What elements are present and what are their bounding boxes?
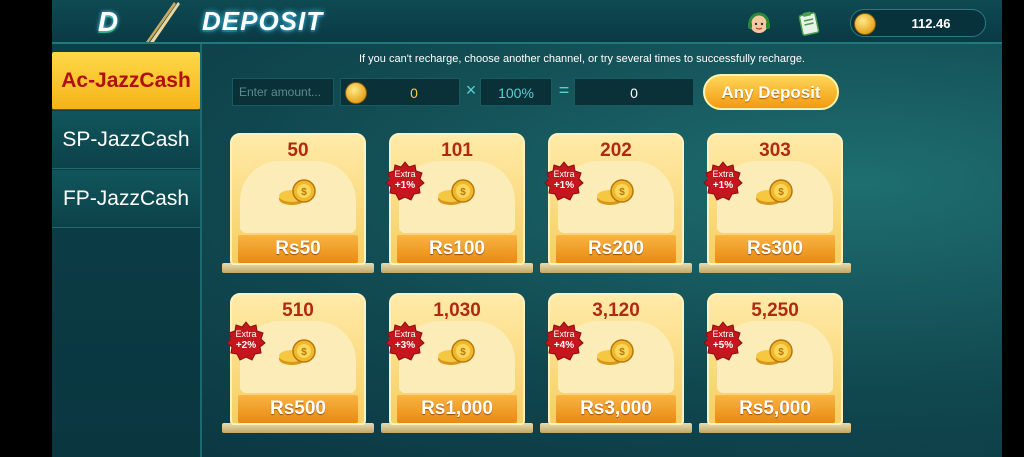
coin-pile-icon: $ xyxy=(438,339,475,365)
card-coins-value: 202 xyxy=(600,140,632,161)
extra-bonus-badge: Extra +4% xyxy=(544,321,584,361)
multiply-sign: × xyxy=(465,80,477,100)
extra-bonus-badge: Extra +1% xyxy=(544,161,584,201)
card-coins-value: 5,250 xyxy=(751,300,799,321)
deposit-option-card[interactable]: 303 $ Rs300 Extra +1% xyxy=(699,133,851,273)
extra-badge-percent: +3% xyxy=(394,340,416,351)
sidebar-item-fp-jazzcash[interactable]: FP-JazzCash xyxy=(52,170,200,228)
coin-pile-icon: $ xyxy=(756,339,793,365)
svg-text:$: $ xyxy=(778,347,784,358)
back-logo-button[interactable]: D xyxy=(82,6,134,38)
coin-pile-icon: $ xyxy=(756,179,793,205)
extra-badge-percent: +5% xyxy=(712,340,734,351)
sidebar-item-ac-jazzcash[interactable]: Ac-JazzCash xyxy=(52,52,200,110)
extra-bonus-badge: Extra +1% xyxy=(385,161,425,201)
deposit-option-card[interactable]: 101 $ Rs100 Extra +1% xyxy=(381,133,533,273)
card-price: Rs3,000 xyxy=(556,395,676,423)
extra-badge-percent: +4% xyxy=(553,340,575,351)
header-bar: D DEPOSIT 112.46 xyxy=(52,0,1002,44)
deposit-option-card[interactable]: 5,250 $ Rs5,000 Extra +5% xyxy=(699,293,851,433)
card-coins-value: 303 xyxy=(759,140,791,161)
extra-badge-label: Extra xyxy=(553,329,575,339)
deposit-screen: D DEPOSIT 112.46 Ac-JazzCash SP-JazzCash xyxy=(52,0,1002,457)
card-price: Rs1,000 xyxy=(397,395,517,423)
coin-pile-icon: $ xyxy=(438,179,475,205)
svg-text:$: $ xyxy=(301,187,307,198)
card-coins-value: 101 xyxy=(441,140,473,161)
coin-icon xyxy=(345,82,367,104)
coin-pile-icon: $ xyxy=(279,339,316,365)
svg-text:$: $ xyxy=(619,187,625,198)
card-price: Rs200 xyxy=(556,235,676,263)
balance-value: 112.46 xyxy=(911,16,951,31)
extra-bonus-badge: Extra +1% xyxy=(703,161,743,201)
sidebar-item-sp-jazzcash[interactable]: SP-JazzCash xyxy=(52,111,200,169)
extra-badge-label: Extra xyxy=(394,329,416,339)
coin-pile-icon: $ xyxy=(279,179,316,205)
extra-badge-percent: +2% xyxy=(235,340,257,351)
recharge-notice: If you can't recharge, choose another ch… xyxy=(359,53,805,65)
card-body: 50 $ Rs50 xyxy=(230,133,366,265)
extra-badge-percent: +1% xyxy=(712,180,734,191)
equals-sign: = xyxy=(558,80,570,100)
extra-badge-label: Extra xyxy=(553,169,575,179)
deposit-option-card[interactable]: 3,120 $ Rs3,000 Extra +4% xyxy=(540,293,692,433)
svg-text:$: $ xyxy=(460,347,466,358)
deposit-option-card[interactable]: 1,030 $ Rs1,000 Extra +3% xyxy=(381,293,533,433)
channel-sidebar: Ac-JazzCash SP-JazzCash FP-JazzCash xyxy=(52,44,202,457)
coin-amount-display: 0 xyxy=(340,78,460,106)
amount-input[interactable] xyxy=(232,78,334,106)
bonus-percent-display: 100% xyxy=(480,78,552,106)
svg-text:$: $ xyxy=(778,187,784,198)
extra-badge-label: Extra xyxy=(712,329,734,339)
extra-badge-percent: +1% xyxy=(394,180,416,191)
customer-support-icon[interactable] xyxy=(746,10,772,36)
svg-text:$: $ xyxy=(460,187,466,198)
card-coins-value: 3,120 xyxy=(592,300,640,321)
extra-badge-percent: +1% xyxy=(553,180,575,191)
card-price: Rs500 xyxy=(238,395,358,423)
extra-bonus-badge: Extra +5% xyxy=(703,321,743,361)
any-deposit-button[interactable]: Any Deposit xyxy=(703,74,839,110)
card-coins-value: 510 xyxy=(282,300,314,321)
deposit-option-card[interactable]: 510 $ Rs500 Extra +2% xyxy=(222,293,374,433)
coin-pile-icon: $ xyxy=(597,339,634,365)
clipboard-record-icon[interactable] xyxy=(796,10,822,36)
card-price: Rs5,000 xyxy=(715,395,835,423)
feather-slash-icon xyxy=(146,2,180,42)
card-price: Rs100 xyxy=(397,235,517,263)
coin-pile-icon: $ xyxy=(597,179,634,205)
balance-display: 112.46 xyxy=(850,9,986,37)
extra-badge-label: Extra xyxy=(394,169,416,179)
coin-amount-value: 0 xyxy=(410,85,418,101)
svg-text:$: $ xyxy=(619,347,625,358)
page-title: DEPOSIT xyxy=(202,6,324,36)
deposit-option-card[interactable]: 50 $ Rs50 xyxy=(222,133,374,273)
card-price: Rs50 xyxy=(238,235,358,263)
svg-text:$: $ xyxy=(301,347,307,358)
card-price: Rs300 xyxy=(715,235,835,263)
extra-bonus-badge: Extra +2% xyxy=(226,321,266,361)
total-coins-display: 0 xyxy=(574,78,694,106)
extra-bonus-badge: Extra +3% xyxy=(385,321,425,361)
extra-badge-label: Extra xyxy=(712,169,734,179)
extra-badge-label: Extra xyxy=(235,329,257,339)
coin-icon xyxy=(854,13,876,35)
card-coins-value: 50 xyxy=(287,140,309,161)
deposit-option-card[interactable]: 202 $ Rs200 Extra +1% xyxy=(540,133,692,273)
card-coins-value: 1,030 xyxy=(433,300,481,321)
